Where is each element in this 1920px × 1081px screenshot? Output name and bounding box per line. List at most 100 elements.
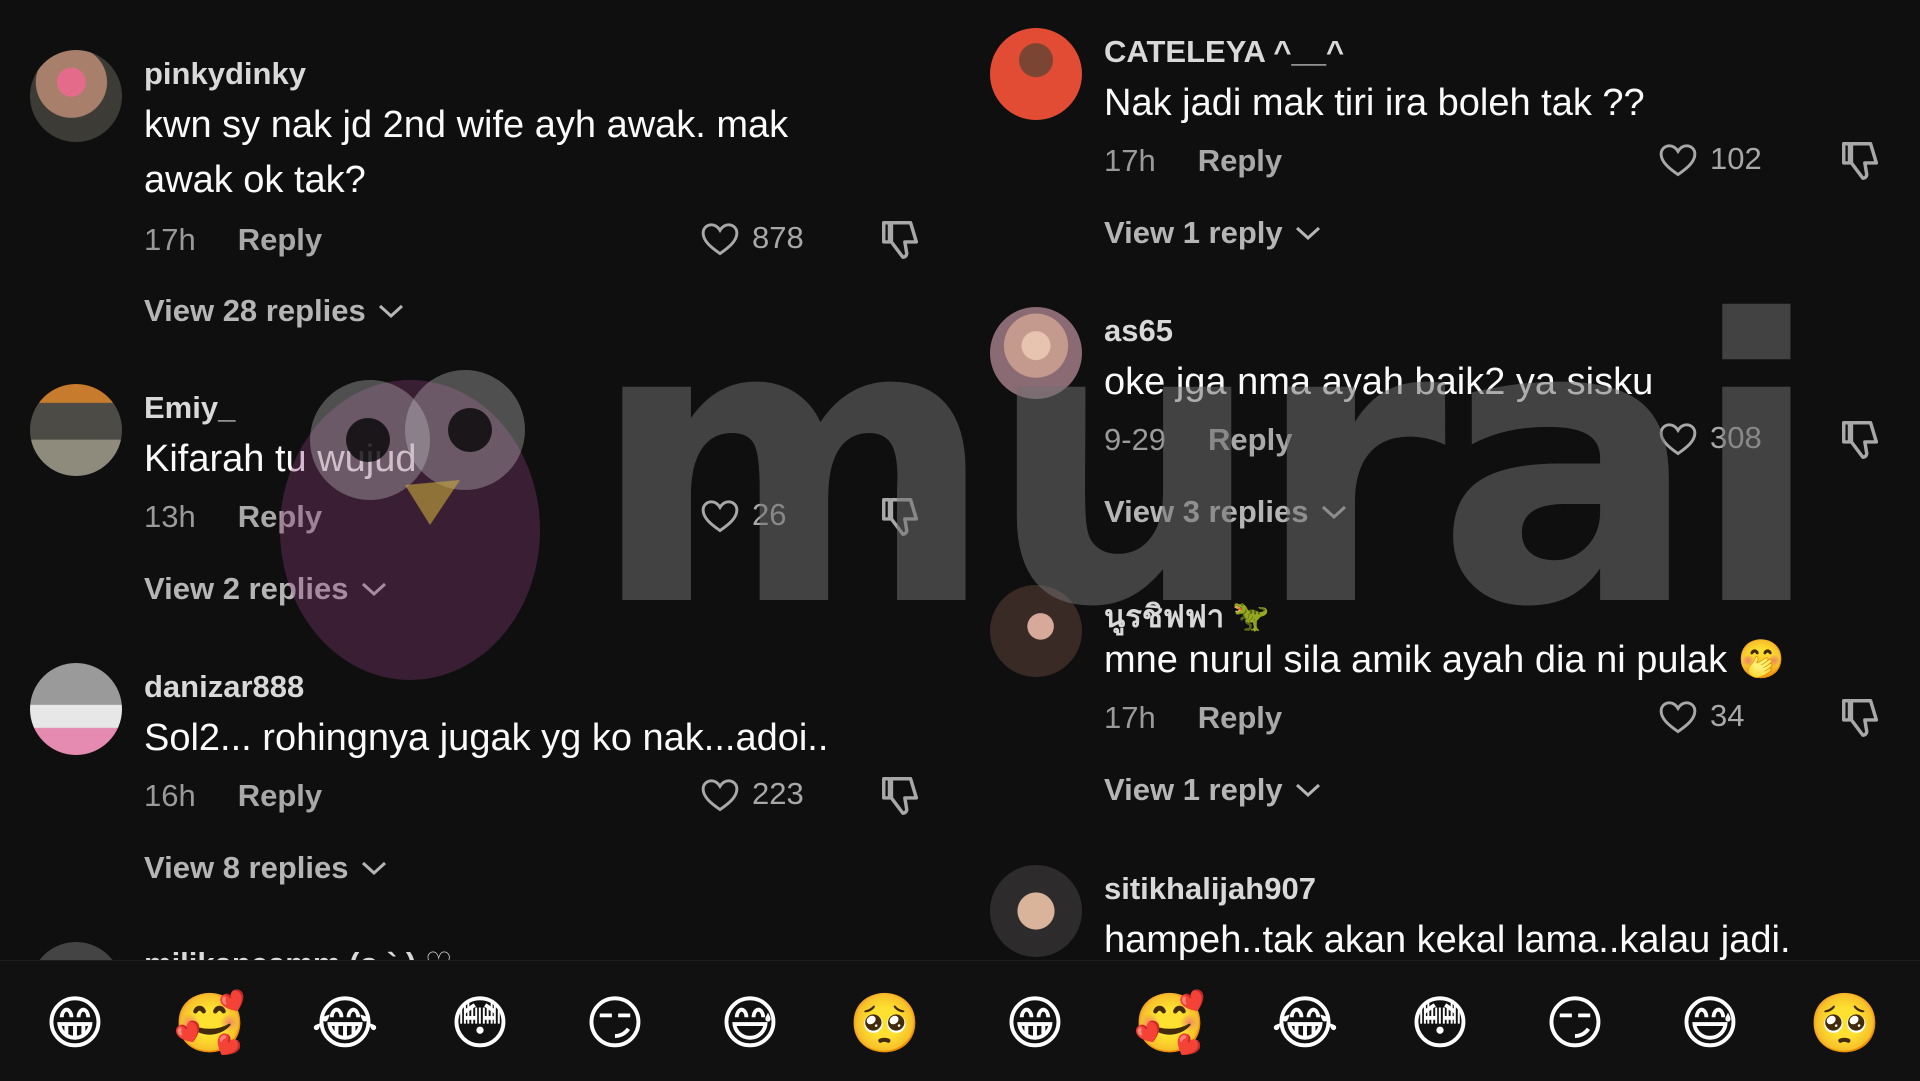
chevron-down-icon bbox=[361, 861, 386, 876]
chevron-down-icon bbox=[1321, 505, 1346, 520]
view-replies-button[interactable]: View 3 replies bbox=[1104, 494, 1349, 530]
avatar[interactable] bbox=[990, 307, 1082, 399]
like-button[interactable]: 223 bbox=[698, 772, 804, 816]
heart-icon bbox=[1659, 423, 1697, 456]
emoji-flushed-button[interactable]: 😳 bbox=[445, 989, 515, 1059]
chevron-down-icon bbox=[378, 304, 403, 319]
emoji-smiling-hearts-button[interactable]: 🥰 bbox=[1134, 989, 1206, 1059]
heart-icon bbox=[701, 223, 739, 256]
comment-username[interactable]: danizar888 bbox=[144, 669, 304, 705]
dislike-icon[interactable] bbox=[878, 494, 924, 540]
comment-meta: 17h Reply bbox=[144, 222, 322, 258]
view-replies-label: View 3 replies bbox=[1104, 494, 1309, 529]
emoji-pleading-button[interactable]: 🥺 bbox=[849, 989, 921, 1059]
comment-text: Nak jadi mak tiri ira boleh tak ?? bbox=[1104, 82, 1645, 124]
view-replies-label: View 8 replies bbox=[144, 850, 349, 885]
view-replies-label: View 28 replies bbox=[144, 293, 366, 328]
comments-panel-left: pinkydinky kwn sy nak jd 2nd wife ayh aw… bbox=[0, 0, 960, 960]
reply-button[interactable]: Reply bbox=[238, 222, 322, 257]
avatar[interactable] bbox=[990, 28, 1082, 120]
view-replies-button[interactable]: View 28 replies bbox=[144, 293, 406, 329]
dislike-icon[interactable] bbox=[878, 773, 924, 819]
comment-time: 17h bbox=[144, 222, 196, 257]
comment-text: kwn sy nak jd 2nd wife ayh awak. mak awa… bbox=[144, 104, 789, 201]
emoji-smirk-button[interactable]: 😏 bbox=[1540, 989, 1610, 1059]
view-replies-label: View 2 replies bbox=[144, 571, 349, 606]
dislike-icon[interactable] bbox=[878, 217, 924, 263]
avatar[interactable] bbox=[30, 384, 122, 476]
comment-time: 16h bbox=[144, 778, 196, 813]
dislike-icon[interactable] bbox=[1838, 138, 1884, 184]
reply-button[interactable]: Reply bbox=[238, 499, 322, 534]
comment-text: hampeh..tak akan kekal lama..kalau jadi. bbox=[1104, 919, 1791, 960]
like-button[interactable]: 878 bbox=[698, 216, 804, 260]
comment-username[interactable]: CATELEYA ^__^ bbox=[1104, 34, 1344, 70]
comment-text: Sol2... rohingnya jugak yg ko nak...adoi… bbox=[144, 717, 829, 759]
like-button[interactable]: 308 bbox=[1656, 416, 1762, 460]
comment-username[interactable]: Emiy_ bbox=[144, 390, 235, 426]
reply-button[interactable]: Reply bbox=[1198, 700, 1282, 735]
dinosaur-icon: 🦖 bbox=[1232, 599, 1270, 633]
comment-text: mne nurul sila amik ayah dia ni pulak 🤭 bbox=[1104, 639, 1785, 681]
comment-time: 13h bbox=[144, 499, 196, 534]
emoji-tears-of-joy-button[interactable]: 😂 bbox=[1270, 989, 1340, 1059]
like-count: 308 bbox=[1710, 420, 1762, 455]
like-button[interactable]: 26 bbox=[698, 493, 786, 537]
comment-username[interactable]: milikaneamm (o ` ) ♡ bbox=[144, 946, 453, 960]
comment-username[interactable]: sitikhalijah907 bbox=[1104, 871, 1316, 907]
view-replies-label: View 1 reply bbox=[1104, 772, 1283, 807]
avatar[interactable] bbox=[30, 50, 122, 142]
like-count: 34 bbox=[1710, 698, 1745, 733]
comment-username[interactable]: as65 bbox=[1104, 313, 1173, 349]
emoji-sweat-smile-button[interactable]: 😅 bbox=[715, 989, 785, 1059]
like-button[interactable]: 102 bbox=[1656, 137, 1762, 181]
avatar[interactable] bbox=[30, 663, 122, 755]
comment-text: oke jga nma ayah baik2 ya sisku bbox=[1104, 361, 1654, 403]
emoji-quick-bar: 😁 🥰 😂 😳 😏 😅 🥺 😁 🥰 😂 😳 😏 😅 🥺 bbox=[0, 960, 1920, 1081]
emoji-grin-button[interactable]: 😁 bbox=[1000, 989, 1070, 1059]
comment-meta: 17h Reply bbox=[1104, 700, 1282, 736]
heart-icon bbox=[701, 779, 739, 812]
like-count: 878 bbox=[752, 220, 804, 255]
like-count: 102 bbox=[1710, 141, 1762, 176]
comment-text: Kifarah tu wujud bbox=[144, 438, 417, 480]
comment-meta: 17h Reply bbox=[1104, 143, 1282, 179]
view-replies-button[interactable]: View 1 reply bbox=[1104, 215, 1323, 251]
like-count: 26 bbox=[752, 497, 787, 532]
comments-panel-right: CATELEYA ^__^ Nak jadi mak tiri ira bole… bbox=[960, 0, 1920, 960]
heart-icon bbox=[701, 500, 739, 533]
view-replies-button[interactable]: View 2 replies bbox=[144, 571, 389, 607]
chevron-down-icon bbox=[1295, 226, 1320, 241]
dislike-icon[interactable] bbox=[1838, 695, 1884, 741]
emoji-pleading-button[interactable]: 🥺 bbox=[1809, 989, 1881, 1059]
avatar[interactable] bbox=[990, 865, 1082, 957]
emoji-smiling-hearts-button[interactable]: 🥰 bbox=[174, 989, 246, 1059]
emoji-sweat-smile-button[interactable]: 😅 bbox=[1675, 989, 1745, 1059]
comment-username[interactable]: pinkydinky bbox=[144, 56, 306, 92]
comment-time: 9-29 bbox=[1104, 422, 1167, 457]
reply-button[interactable]: Reply bbox=[238, 778, 322, 813]
chevron-down-icon bbox=[1295, 783, 1320, 798]
reply-button[interactable]: Reply bbox=[1208, 422, 1292, 457]
chevron-down-icon bbox=[361, 582, 386, 597]
comment-meta: 9-29 Reply bbox=[1104, 422, 1292, 458]
view-replies-button[interactable]: View 8 replies bbox=[144, 850, 389, 886]
comment-meta: 16h Reply bbox=[144, 778, 322, 814]
view-replies-label: View 1 reply bbox=[1104, 215, 1283, 250]
avatar[interactable] bbox=[990, 585, 1082, 677]
emoji-grin-button[interactable]: 😁 bbox=[40, 989, 110, 1059]
emoji-smirk-button[interactable]: 😏 bbox=[580, 989, 650, 1059]
view-replies-button[interactable]: View 1 reply bbox=[1104, 772, 1323, 808]
emoji-flushed-button[interactable]: 😳 bbox=[1405, 989, 1475, 1059]
comment-time: 17h bbox=[1104, 700, 1156, 735]
heart-icon bbox=[1659, 701, 1697, 734]
avatar[interactable] bbox=[30, 942, 122, 960]
heart-icon bbox=[1659, 144, 1697, 177]
like-button[interactable]: 34 bbox=[1656, 694, 1744, 738]
comment-meta: 13h Reply bbox=[144, 499, 322, 535]
emoji-tears-of-joy-button[interactable]: 😂 bbox=[310, 989, 380, 1059]
like-count: 223 bbox=[752, 776, 804, 811]
comment-time: 17h bbox=[1104, 143, 1156, 178]
reply-button[interactable]: Reply bbox=[1198, 143, 1282, 178]
dislike-icon[interactable] bbox=[1838, 417, 1884, 463]
